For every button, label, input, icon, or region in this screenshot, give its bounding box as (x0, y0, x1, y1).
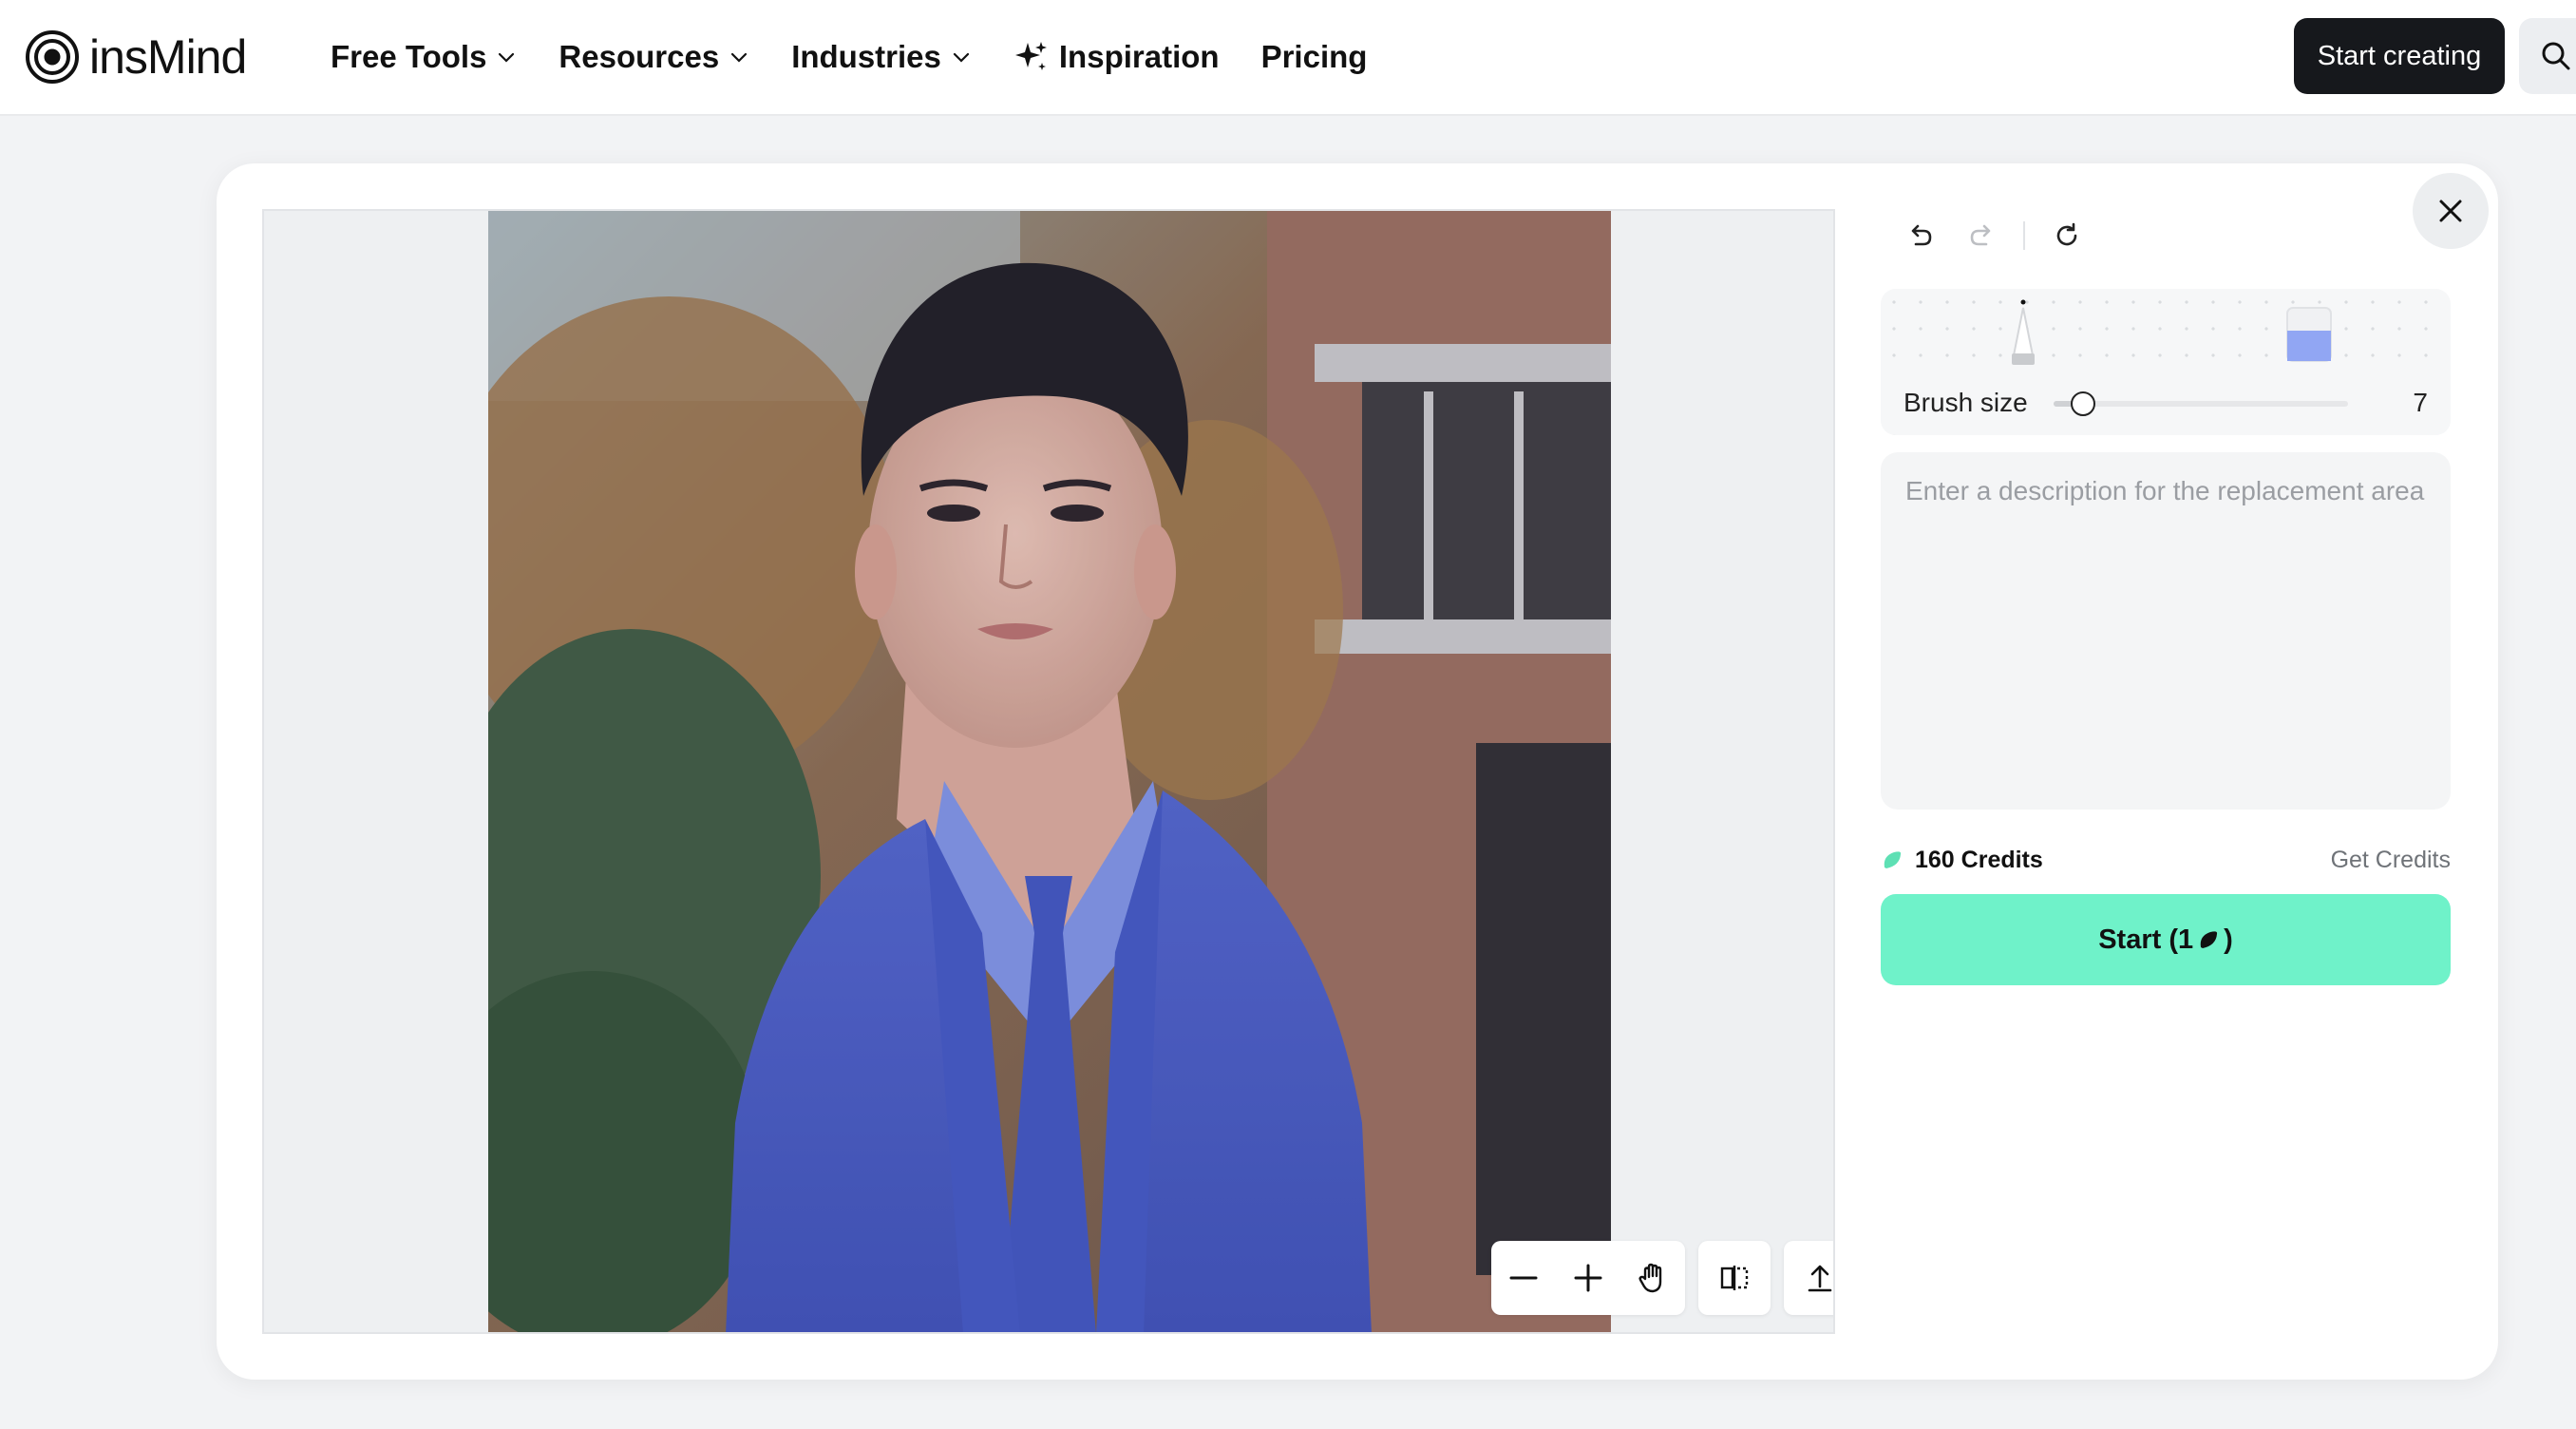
nav-free-tools[interactable]: Free Tools (331, 39, 517, 75)
hand-pan-icon (1638, 1263, 1662, 1293)
nav-pricing-label: Pricing (1260, 39, 1368, 74)
pencil-tool[interactable] (2002, 298, 2044, 370)
editor-modal: Brush size 7 160 Credits Get Credits Sta… (217, 163, 2498, 1380)
pan-button[interactable] (1620, 1241, 1685, 1315)
upload-button[interactable] (1784, 1241, 1833, 1315)
credits-label: 160 Credits (1915, 846, 2043, 873)
nav-pricing[interactable]: Pricing (1261, 39, 1368, 75)
reset-icon (2056, 222, 2077, 246)
zoom-in-button[interactable] (1556, 1241, 1620, 1315)
history-divider (2023, 221, 2025, 250)
credits-row: 160 Credits Get Credits (1881, 841, 2451, 879)
search-button[interactable] (2519, 18, 2576, 94)
brush-size-slider-thumb[interactable] (2071, 391, 2095, 416)
brush-size-slider[interactable] (2054, 391, 2348, 416)
start-button-suffix: ) (2224, 924, 2233, 955)
masked-photo (488, 211, 1611, 1332)
nav-resources[interactable]: Resources (559, 39, 749, 75)
brush-size-label: Brush size (1904, 388, 2028, 417)
nav-industries-label: Industries (791, 39, 941, 74)
eraser-tool[interactable] (2285, 306, 2333, 368)
search-icon (2542, 42, 2570, 70)
eraser-icon (2286, 307, 2332, 362)
chevron-down-icon (731, 52, 748, 63)
start-button-label: Start (1 (2098, 924, 2194, 955)
brush-settings-card: Brush size 7 (1881, 289, 2451, 435)
history-toolbar (1881, 201, 2451, 270)
logo-text: insMind (89, 30, 247, 84)
chevron-down-icon (953, 52, 969, 63)
zoom-out-icon (1509, 1276, 1538, 1280)
zoom-in-icon (1574, 1264, 1602, 1292)
top-navigation: insMind Free Tools Resources Industries … (0, 0, 2576, 116)
canvas-toolbar (1491, 1241, 1833, 1315)
zoom-tool-group (1491, 1241, 1685, 1315)
nav-industries[interactable]: Industries (791, 39, 972, 75)
start-creating-button[interactable]: Start creating (2294, 18, 2505, 94)
redo-button[interactable] (1962, 217, 2000, 255)
main-nav: Free Tools Resources Industries Inspirat… (331, 29, 1409, 86)
sparkle-icon (1014, 42, 1047, 70)
get-credits-link[interactable]: Get Credits (2331, 847, 2451, 874)
insmind-logo-icon (26, 30, 79, 84)
undo-button[interactable] (1902, 217, 1940, 255)
undo-icon (1911, 224, 1932, 246)
start-button[interactable]: Start (1 ) (1881, 894, 2451, 985)
credit-leaf-icon (1884, 851, 1902, 868)
nav-resources-label: Resources (559, 39, 720, 74)
logo[interactable]: insMind (25, 29, 247, 86)
brush-size-value: 7 (2413, 388, 2428, 417)
pencil-icon (2012, 299, 2035, 365)
redo-icon (1970, 224, 1991, 246)
nav-inspiration-label: Inspiration (1058, 39, 1220, 74)
compare-icon (1720, 1266, 1749, 1290)
reset-button[interactable] (2048, 217, 2086, 255)
upload-icon (1808, 1265, 1832, 1292)
brush-size-row: Brush size 7 (1881, 371, 2451, 435)
credits-balance: 160 Credits (1881, 847, 2043, 874)
nav-inspiration[interactable]: Inspiration (1013, 39, 1220, 75)
image-canvas[interactable] (262, 209, 1835, 1334)
edit-panel: Brush size 7 160 Credits Get Credits Sta… (1881, 201, 2451, 985)
zoom-out-button[interactable] (1491, 1241, 1556, 1315)
chevron-down-icon (499, 52, 515, 63)
replacement-description-input[interactable] (1881, 452, 2451, 810)
credit-leaf-icon (2200, 931, 2218, 948)
compare-button[interactable] (1698, 1241, 1771, 1315)
nav-free-tools-label: Free Tools (331, 39, 487, 74)
portrait-image[interactable] (488, 211, 1611, 1332)
